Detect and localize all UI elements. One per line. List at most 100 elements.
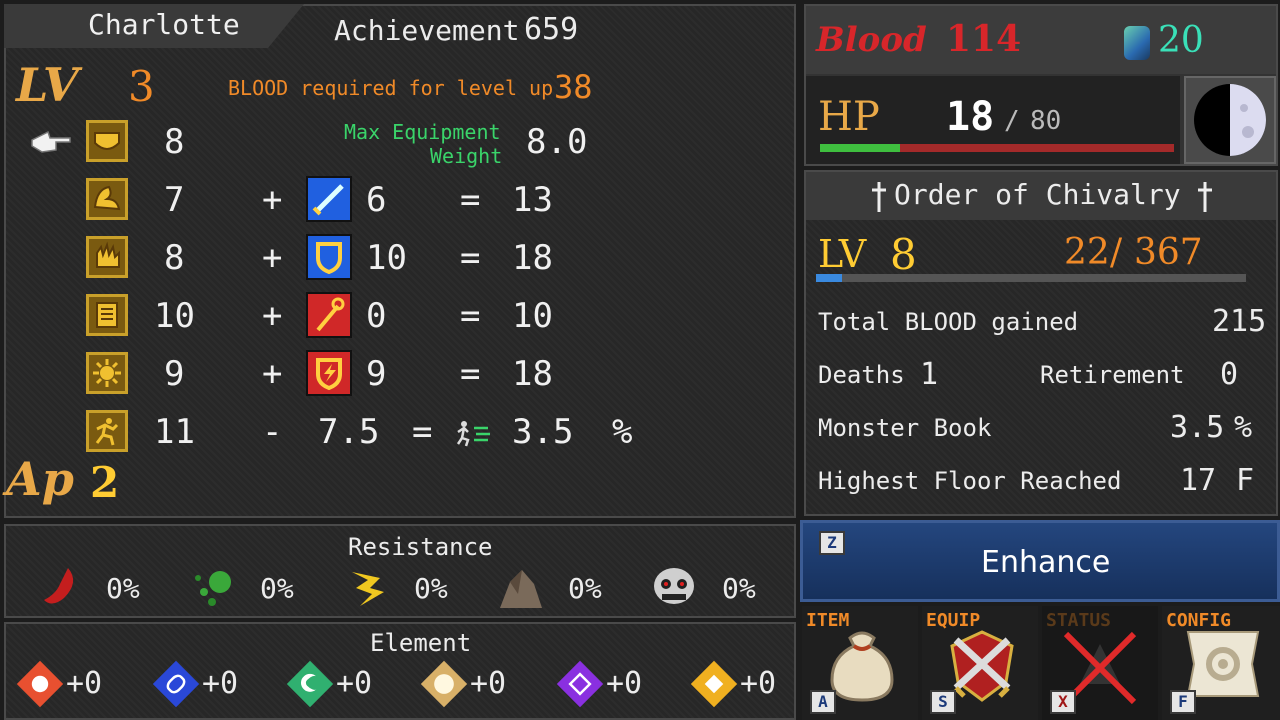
blood-required-value: 38	[554, 68, 593, 106]
order-xp-bar-fill	[816, 274, 842, 282]
character-name: Charlotte	[88, 8, 240, 41]
retirement-value: 0	[1220, 357, 1239, 392]
rock-icon	[496, 564, 546, 610]
max-equip-label-2: Weight	[430, 144, 503, 168]
stat-base: 10	[154, 296, 195, 336]
ap-label: Ap	[6, 452, 74, 506]
speed-result: 3.5	[512, 412, 574, 452]
element-value: +0	[66, 666, 103, 701]
deaths-value: 1	[920, 357, 939, 392]
order-xp-max: 367	[1134, 232, 1203, 273]
level-value: 3	[128, 62, 155, 111]
enhance-button[interactable]: Z Enhance	[800, 520, 1280, 602]
pointing-hand-icon	[30, 130, 72, 154]
stat-base: 8	[164, 238, 185, 278]
deaths-label: Deaths	[818, 361, 905, 389]
order-xp-current: 22	[1064, 232, 1110, 273]
lv-label: LV	[16, 58, 79, 112]
stat-total: 18	[512, 238, 553, 278]
total-blood-label: Total BLOOD gained	[818, 308, 1079, 336]
element-value: +0	[606, 666, 643, 701]
menu-item[interactable]: ITEM A	[802, 606, 918, 720]
resistance-value: 0%	[722, 572, 756, 605]
speed-base: 11	[154, 412, 195, 452]
config-key: F	[1170, 690, 1196, 714]
stat-bonus: 0	[366, 296, 387, 336]
order-level: 8	[890, 230, 917, 279]
stat-eq: =	[460, 354, 481, 394]
order-xp-bar	[816, 274, 1246, 282]
speed-runner-icon	[454, 418, 494, 448]
menu-item[interactable]: CONFIG F	[1162, 606, 1280, 720]
stat-total: 10	[512, 296, 553, 336]
magic-shield-icon	[306, 350, 352, 396]
speed-penalty: 7.5	[318, 412, 380, 452]
blood-value: 114	[946, 18, 1022, 60]
stat-op: +	[262, 238, 283, 278]
hp-sep: /	[1004, 106, 1020, 136]
hp-bar-fill	[820, 144, 900, 152]
speed-stat-icon	[86, 410, 128, 452]
book-stat-icon	[86, 294, 128, 336]
shield-icon	[306, 234, 352, 280]
highest-floor-unit: F	[1236, 463, 1255, 498]
achievement-label: Achievement	[334, 14, 520, 47]
element-value: +0	[470, 666, 507, 701]
retirement-label: Retirement	[1040, 361, 1185, 389]
lightning-icon	[344, 564, 390, 610]
order-title: Order of Chivalry	[894, 178, 1181, 211]
stat-total: 13	[512, 180, 553, 220]
resistance-value: 0%	[106, 572, 140, 605]
total-blood-value: 215	[1212, 304, 1267, 339]
monster-book-label: Monster Book	[818, 414, 992, 442]
stat-op: +	[262, 296, 283, 336]
strength-stat-icon	[86, 178, 128, 220]
cross-icon	[1196, 180, 1214, 214]
speed-op: -	[262, 412, 283, 452]
achievement-value: 659	[524, 12, 579, 47]
hp-label: HP	[818, 94, 880, 140]
ap-value: 2	[90, 458, 120, 507]
element-value: +0	[740, 666, 777, 701]
stat-op: +	[262, 354, 283, 394]
hp-current: 18	[946, 94, 995, 140]
gem-value: 20	[1158, 20, 1204, 61]
enhance-key: Z	[819, 531, 845, 555]
blood-drop-icon	[38, 564, 84, 610]
max-equip-label-1: Max Equipment	[344, 120, 501, 144]
heart-stat-icon	[86, 120, 128, 162]
resistance-value: 0%	[260, 572, 294, 605]
resistance-value: 0%	[568, 572, 602, 605]
element-value: +0	[336, 666, 373, 701]
resistance-value: 0%	[414, 572, 448, 605]
stat-eq: =	[460, 296, 481, 336]
stat-eq: =	[460, 238, 481, 278]
sword-icon	[306, 176, 352, 222]
hand-stat-icon	[86, 236, 128, 278]
gem-icon	[1124, 26, 1150, 60]
cross-icon	[870, 180, 888, 214]
highest-floor-label: Highest Floor Reached	[818, 467, 1122, 495]
monster-book-unit: %	[1234, 410, 1253, 445]
stat-bonus: 6	[366, 180, 387, 220]
poison-icon	[190, 564, 236, 610]
menu-item: STATUS X	[1042, 606, 1158, 720]
stat-bonus: 10	[366, 238, 407, 278]
stat-bonus: 9	[366, 354, 387, 394]
menu-item[interactable]: EQUIP S	[922, 606, 1038, 720]
stat-eq: =	[460, 180, 481, 220]
element-value: +0	[202, 666, 239, 701]
speed-unit: %	[612, 412, 633, 452]
stat-base: 8	[164, 122, 185, 162]
sun-stat-icon	[86, 352, 128, 394]
speed-eq: =	[412, 412, 433, 452]
staff-icon	[306, 292, 352, 338]
stat-op: +	[262, 180, 283, 220]
order-xp-sep: /	[1110, 232, 1123, 273]
status-key: X	[1050, 690, 1076, 714]
order-lv-label: LV	[818, 232, 867, 276]
stat-total: 18	[512, 354, 553, 394]
highest-floor-value: 17	[1180, 463, 1217, 498]
stat-base: 7	[164, 180, 185, 220]
max-equip-value: 8.0	[526, 122, 588, 162]
